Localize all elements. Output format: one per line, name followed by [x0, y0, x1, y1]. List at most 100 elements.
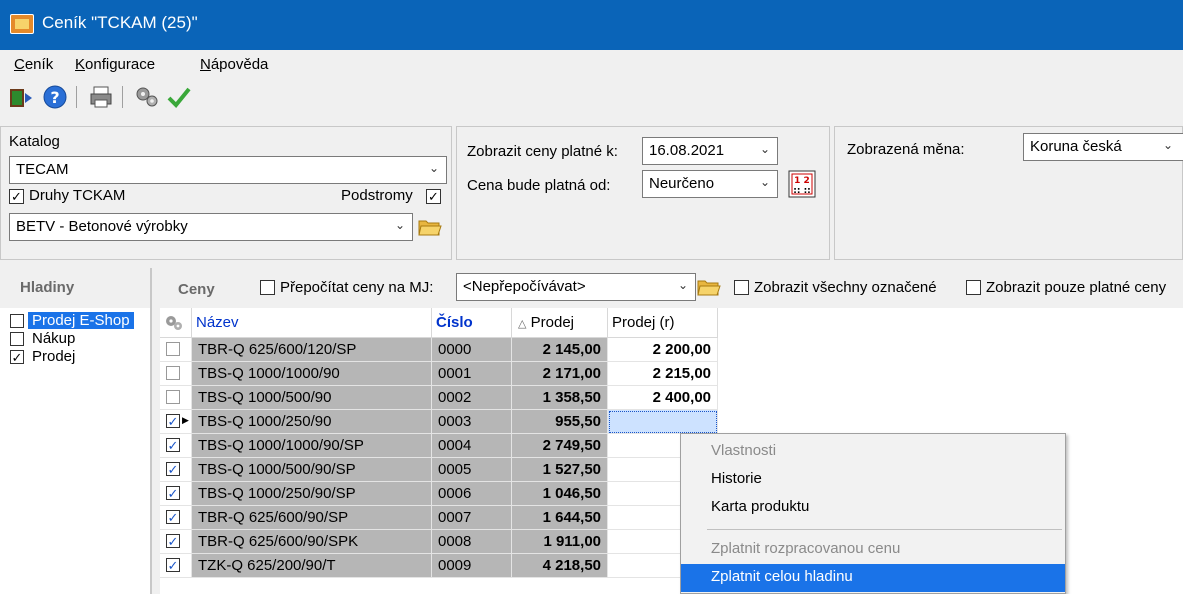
menu-konfigurace[interactable]: Konfigurace — [75, 56, 155, 73]
cell-number[interactable]: 0007 — [432, 506, 512, 530]
calendar-icon[interactable]: 1 2:: :: — [787, 169, 817, 199]
cell-sale[interactable]: 955,50 — [512, 410, 608, 434]
row-checkbox[interactable]: ✓ — [166, 486, 180, 500]
row-checkbox[interactable]: ✓ — [166, 414, 180, 428]
cell-sale-r[interactable]: 2 200,00 — [608, 338, 718, 362]
cell-sale[interactable]: 1 644,50 — [512, 506, 608, 530]
menu-item-properties[interactable]: Vlastnosti — [681, 438, 1065, 466]
level-item-nakup[interactable]: Nákup — [10, 330, 150, 348]
row-checkbox[interactable]: ✓ — [166, 510, 180, 524]
cell-name[interactable]: TBR-Q 625/600/90/SPK — [192, 530, 432, 554]
table-row[interactable]: ✓ TBS-Q 1000/500/90/SP 0005 1 527,50 — [160, 458, 720, 482]
row-select-cell[interactable]: ✓ — [160, 554, 192, 578]
table-row[interactable]: TBS-Q 1000/1000/90 0001 2 171,00 2 215,00 — [160, 362, 720, 386]
column-header-sale[interactable]: △ Prodej — [512, 308, 608, 338]
row-checkbox[interactable]: ✓ — [166, 438, 180, 452]
table-row[interactable]: ✓ ▶ TBS-Q 1000/250/90 0003 955,50 — [160, 410, 720, 434]
druhy-checkbox[interactable]: ✓ — [9, 189, 24, 204]
help-icon[interactable]: ? — [42, 84, 68, 110]
cell-sale[interactable]: 1 911,00 — [512, 530, 608, 554]
column-header-number[interactable]: Číslo — [432, 308, 512, 338]
show-date-select[interactable]: 16.08.2021 ⌄ — [642, 137, 778, 165]
cell-name[interactable]: TZK-Q 625/200/90/T — [192, 554, 432, 578]
row-checkbox[interactable]: ✓ — [166, 462, 180, 476]
cell-name[interactable]: TBS-Q 1000/1000/90/SP — [192, 434, 432, 458]
menu-item-validate-whole-level[interactable]: Zplatnit celou hladinu — [681, 564, 1065, 592]
cell-sale-r[interactable]: 2 400,00 — [608, 386, 718, 410]
cell-name[interactable]: TBS-Q 1000/500/90/SP — [192, 458, 432, 482]
level-item-prodej-eshop[interactable]: Prodej E-Shop — [10, 312, 150, 330]
table-row[interactable]: TBR-Q 625/600/120/SP 0000 2 145,00 2 200,00 — [160, 338, 720, 362]
checkmark-icon[interactable] — [166, 84, 192, 110]
table-row[interactable]: ✓ TBR-Q 625/600/90/SP 0007 1 644,50 — [160, 506, 720, 530]
cell-number[interactable]: 0008 — [432, 530, 512, 554]
menu-item-validate-draft-price[interactable]: Zplatnit rozpracovanou cenu — [681, 536, 1065, 564]
cell-name[interactable]: TBS-Q 1000/1000/90 — [192, 362, 432, 386]
cell-number[interactable]: 0006 — [432, 482, 512, 506]
cell-sale-r[interactable]: 2 215,00 — [608, 362, 718, 386]
print-icon[interactable] — [88, 84, 114, 110]
row-select-cell[interactable] — [160, 338, 192, 362]
cell-sale-r[interactable] — [608, 410, 718, 434]
menu-napoveda[interactable]: Nápověda — [200, 56, 268, 73]
cell-sale[interactable]: 1 527,50 — [512, 458, 608, 482]
table-row[interactable]: TBS-Q 1000/500/90 0002 1 358,50 2 400,00 — [160, 386, 720, 410]
table-row[interactable]: ✓ TBR-Q 625/600/90/SPK 0008 1 911,00 — [160, 530, 720, 554]
row-select-cell[interactable]: ✓ — [160, 434, 192, 458]
cell-number[interactable]: 0000 — [432, 338, 512, 362]
cell-sale[interactable]: 1 046,50 — [512, 482, 608, 506]
row-checkbox[interactable] — [166, 390, 180, 404]
folder-icon[interactable] — [696, 274, 722, 300]
show-all-marked-checkbox[interactable] — [734, 280, 749, 295]
cell-name[interactable]: TBS-Q 1000/250/90 — [192, 410, 432, 434]
cell-name[interactable]: TBR-Q 625/600/90/SP — [192, 506, 432, 530]
valid-from-select[interactable]: Neurčeno ⌄ — [642, 170, 778, 198]
folder-icon[interactable] — [417, 214, 443, 240]
row-select-cell[interactable]: ✓ — [160, 506, 192, 530]
cell-sale[interactable]: 2 145,00 — [512, 338, 608, 362]
cell-number[interactable]: 0005 — [432, 458, 512, 482]
podstromy-checkbox[interactable]: ✓ — [426, 189, 441, 204]
row-checkbox[interactable]: ✓ — [166, 534, 180, 548]
gears-icon[interactable] — [134, 84, 160, 110]
cell-sale[interactable]: 1 358,50 — [512, 386, 608, 410]
level-checkbox[interactable]: ✓ — [10, 350, 24, 364]
row-checkbox[interactable] — [166, 342, 180, 356]
menu-item-product-card[interactable]: Karta produktu — [681, 494, 1065, 522]
row-select-cell[interactable]: ✓ — [160, 530, 192, 554]
level-checkbox[interactable] — [10, 314, 24, 328]
row-select-cell[interactable] — [160, 386, 192, 410]
cell-number[interactable]: 0001 — [432, 362, 512, 386]
row-checkbox[interactable] — [166, 366, 180, 380]
gears-icon[interactable] — [160, 308, 192, 338]
row-select-cell[interactable] — [160, 362, 192, 386]
table-row[interactable]: ✓ TZK-Q 625/200/90/T 0009 4 218,50 — [160, 554, 720, 578]
level-item-prodej[interactable]: ✓ Prodej — [10, 348, 150, 366]
cell-sale[interactable]: 2 171,00 — [512, 362, 608, 386]
column-header-sale-r[interactable]: Prodej (r) — [608, 308, 718, 338]
recalc-unit-select[interactable]: <Nepřepočívávat> ⌄ — [456, 273, 696, 301]
cell-name[interactable]: TBS-Q 1000/500/90 — [192, 386, 432, 410]
column-header-name[interactable]: Název — [192, 308, 432, 338]
cell-number[interactable]: 0004 — [432, 434, 512, 458]
menu-item-history[interactable]: Historie — [681, 466, 1065, 494]
row-select-cell[interactable]: ✓ — [160, 458, 192, 482]
cell-name[interactable]: TBR-Q 625/600/120/SP — [192, 338, 432, 362]
cell-sale[interactable]: 4 218,50 — [512, 554, 608, 578]
level-checkbox[interactable] — [10, 332, 24, 346]
show-only-valid-checkbox[interactable] — [966, 280, 981, 295]
row-select-cell[interactable]: ✓ — [160, 482, 192, 506]
menu-cenik[interactable]: Ceník — [14, 56, 53, 73]
cell-name[interactable]: TBS-Q 1000/250/90/SP — [192, 482, 432, 506]
row-checkbox[interactable]: ✓ — [166, 558, 180, 572]
table-row[interactable]: ✓ TBS-Q 1000/1000/90/SP 0004 2 749,50 — [160, 434, 720, 458]
recalc-checkbox[interactable] — [260, 280, 275, 295]
cell-sale[interactable]: 2 749,50 — [512, 434, 608, 458]
category-select[interactable]: BETV - Betonové výrobky ⌄ — [9, 213, 413, 241]
cell-number[interactable]: 0002 — [432, 386, 512, 410]
row-select-cell[interactable]: ✓ ▶ — [160, 410, 192, 434]
table-row[interactable]: ✓ TBS-Q 1000/250/90/SP 0006 1 046,50 — [160, 482, 720, 506]
exit-door-icon[interactable] — [8, 84, 34, 110]
cell-number[interactable]: 0003 — [432, 410, 512, 434]
catalog-select[interactable]: TECAM ⌄ — [9, 156, 447, 184]
